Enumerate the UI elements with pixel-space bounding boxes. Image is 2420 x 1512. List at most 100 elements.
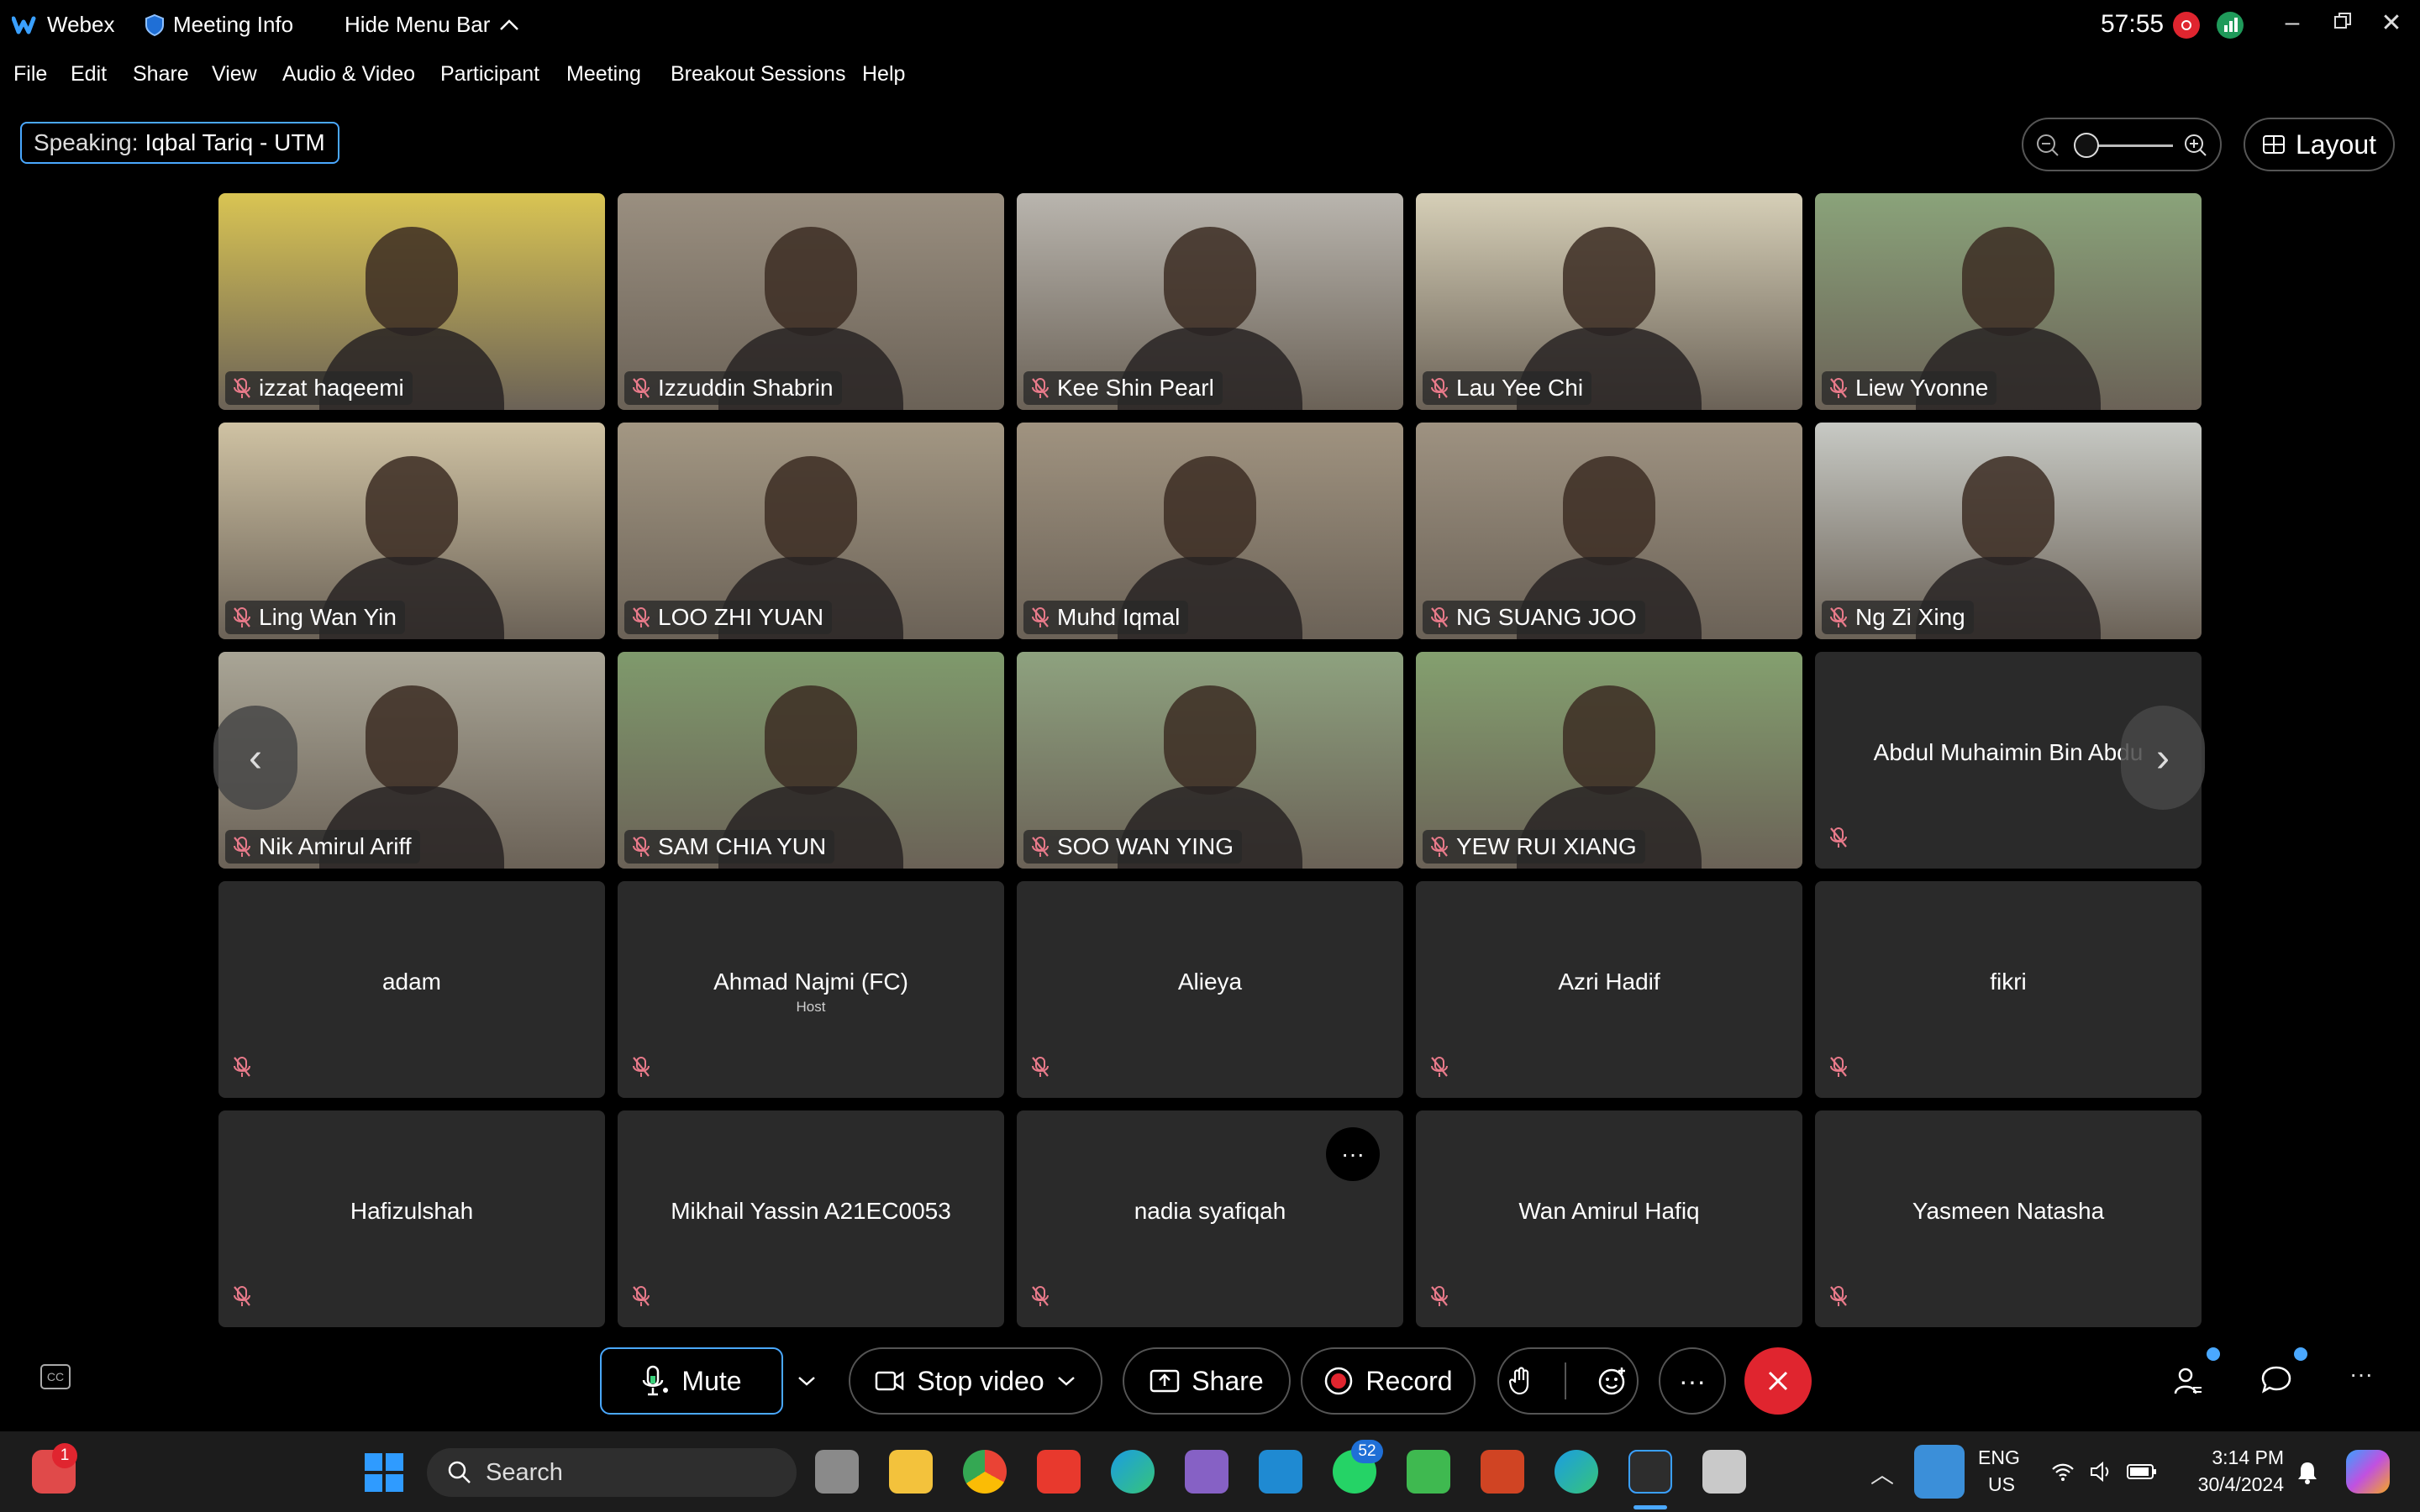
record-button[interactable]: Record xyxy=(1301,1347,1476,1415)
participant-video-image xyxy=(366,456,458,565)
participant-name: nadia syafiqah xyxy=(1134,1198,1286,1224)
closed-captions-icon[interactable]: CC xyxy=(40,1364,71,1389)
next-page-arrow-icon[interactable]: › xyxy=(2121,706,2205,810)
language-bottom[interactable]: US xyxy=(1988,1473,2015,1496)
video-tile[interactable]: Izzuddin Shabrin xyxy=(618,193,1004,410)
participant-name-chip: Lau Yee Chi xyxy=(1423,371,1592,405)
audio-only-tile[interactable]: Alieya xyxy=(1017,881,1403,1098)
participant-name: Lau Yee Chi xyxy=(1456,375,1584,401)
microphone-icon xyxy=(643,1365,669,1396)
video-tile[interactable]: SOO WAN YING xyxy=(1017,652,1403,869)
taskbar-search-box[interactable]: Search xyxy=(427,1448,797,1497)
participant-name: Kee Shin Pearl xyxy=(1057,375,1214,401)
participant-name: Mikhail Yassin A21EC0053 xyxy=(671,1198,951,1224)
wifi-icon[interactable] xyxy=(2050,1462,2075,1482)
video-tile[interactable]: izzat haqeemi xyxy=(218,193,605,410)
audio-only-tile[interactable]: Mikhail Yassin A21EC0053 xyxy=(618,1110,1004,1327)
muted-microphone-icon xyxy=(633,1286,650,1306)
audio-only-tile[interactable]: Yasmeen Natasha xyxy=(1815,1110,2202,1327)
participant-name-chip: izzat haqeemi xyxy=(225,371,413,405)
tile-more-options-icon[interactable]: ··· xyxy=(1326,1127,1380,1181)
video-options-chevron-icon[interactable] xyxy=(1056,1375,1076,1387)
audio-only-tile[interactable]: adam xyxy=(218,881,605,1098)
audio-only-tile[interactable]: fikri xyxy=(1815,881,2202,1098)
edge-profile-icon[interactable] xyxy=(1555,1450,1598,1494)
snipping-tool-icon[interactable] xyxy=(1702,1450,1746,1494)
participant-role: Host xyxy=(796,999,826,1015)
task-view-icon[interactable] xyxy=(815,1450,859,1494)
mute-button[interactable]: Mute xyxy=(600,1347,783,1415)
powerpoint-icon[interactable] xyxy=(1481,1450,1524,1494)
webex-taskbar-icon[interactable] xyxy=(1628,1450,1672,1494)
tray-overflow-chevron-icon[interactable]: ︿ xyxy=(1870,1457,1894,1490)
panel-more-icon[interactable]: ··· xyxy=(2349,1361,2373,1388)
video-tile[interactable]: NG SUANG JOO xyxy=(1416,423,1802,639)
raise-hand-icon[interactable] xyxy=(1508,1366,1534,1396)
participant-name: Azri Hadif xyxy=(1558,969,1660,995)
muted-indicator xyxy=(631,1055,651,1083)
volume-icon[interactable] xyxy=(2089,1460,2114,1483)
clock-time[interactable]: 3:14 PM xyxy=(2180,1446,2284,1469)
search-icon xyxy=(448,1461,471,1483)
active-app-indicator xyxy=(1634,1505,1667,1509)
audio-only-tile[interactable]: Wan Amirul Hafiq xyxy=(1416,1110,1802,1327)
android-studio-icon[interactable] xyxy=(1407,1450,1450,1494)
share-button[interactable]: Share xyxy=(1123,1347,1291,1415)
participant-name-chip: Kee Shin Pearl xyxy=(1023,371,1223,405)
participant-name-chip: Muhd Iqmal xyxy=(1023,601,1189,634)
more-options-button[interactable]: ··· xyxy=(1659,1347,1726,1415)
stop-video-button[interactable]: Stop video xyxy=(849,1347,1102,1415)
clock-date[interactable]: 30/4/2024 xyxy=(2180,1473,2284,1496)
copilot-icon[interactable] xyxy=(2346,1450,2390,1494)
video-tile[interactable]: Muhd Iqmal xyxy=(1017,423,1403,639)
reactions-group xyxy=(1497,1347,1639,1415)
video-tile[interactable]: Ling Wan Yin xyxy=(218,423,605,639)
microphone-in-use-icon[interactable] xyxy=(1914,1445,1965,1499)
video-tile[interactable]: YEW RUI XIANG xyxy=(1416,652,1802,869)
audio-options-chevron-icon[interactable] xyxy=(786,1347,827,1415)
muted-indicator xyxy=(1429,1055,1449,1083)
participant-name-chip: Izzuddin Shabrin xyxy=(624,371,842,405)
muted-microphone-icon xyxy=(633,837,650,857)
participant-name: Hafizulshah xyxy=(350,1198,474,1224)
video-tile[interactable]: SAM CHIA YUN xyxy=(618,652,1004,869)
language-top[interactable]: ENG xyxy=(1978,1446,2020,1469)
windows-start-icon[interactable] xyxy=(363,1452,405,1494)
edge-icon[interactable] xyxy=(1111,1450,1155,1494)
muted-microphone-icon xyxy=(234,1057,250,1077)
end-call-button[interactable] xyxy=(1744,1347,1812,1415)
participant-video-image xyxy=(765,685,857,795)
video-tile[interactable]: Kee Shin Pearl xyxy=(1017,193,1403,410)
chrome-icon[interactable] xyxy=(963,1450,1007,1494)
audio-only-tile[interactable]: Azri Hadif xyxy=(1416,881,1802,1098)
vscode-icon[interactable] xyxy=(1259,1450,1302,1494)
previous-page-arrow-icon[interactable]: ‹ xyxy=(213,706,297,810)
chat-notification-dot xyxy=(2294,1347,2307,1361)
muted-microphone-icon xyxy=(1431,1286,1448,1306)
participant-video-image xyxy=(1563,456,1655,565)
video-tile[interactable]: Ng Zi Xing xyxy=(1815,423,2202,639)
participants-icon[interactable] xyxy=(2173,1366,2203,1396)
participant-name: YEW RUI XIANG xyxy=(1456,833,1637,859)
audio-only-tile[interactable]: Hafizulshah xyxy=(218,1110,605,1327)
participant-name: izzat haqeemi xyxy=(259,375,404,401)
audio-only-tile[interactable]: Ahmad Najmi (FC) Host xyxy=(618,881,1004,1098)
reactions-emoji-icon[interactable] xyxy=(1597,1366,1628,1396)
muted-microphone-icon xyxy=(1032,607,1049,627)
visual-studio-icon[interactable] xyxy=(1185,1450,1228,1494)
video-tile[interactable]: LOO ZHI YUAN xyxy=(618,423,1004,639)
participant-name: Alieya xyxy=(1177,969,1243,995)
chat-icon[interactable] xyxy=(2260,1364,2292,1396)
share-screen-icon xyxy=(1150,1369,1180,1393)
wps-office-icon[interactable] xyxy=(1037,1450,1081,1494)
record-icon xyxy=(1325,1367,1353,1395)
participant-video-image xyxy=(1962,456,2054,565)
battery-icon[interactable] xyxy=(2126,1462,2158,1482)
participant-name: LOO ZHI YUAN xyxy=(658,604,824,630)
file-explorer-icon[interactable] xyxy=(889,1450,933,1494)
notification-bell-icon[interactable] xyxy=(2296,1460,2319,1485)
participant-video-image xyxy=(1164,685,1256,795)
video-tile[interactable]: Liew Yvonne xyxy=(1815,193,2202,410)
video-tile[interactable]: Lau Yee Chi xyxy=(1416,193,1802,410)
search-placeholder: Search xyxy=(486,1458,563,1486)
